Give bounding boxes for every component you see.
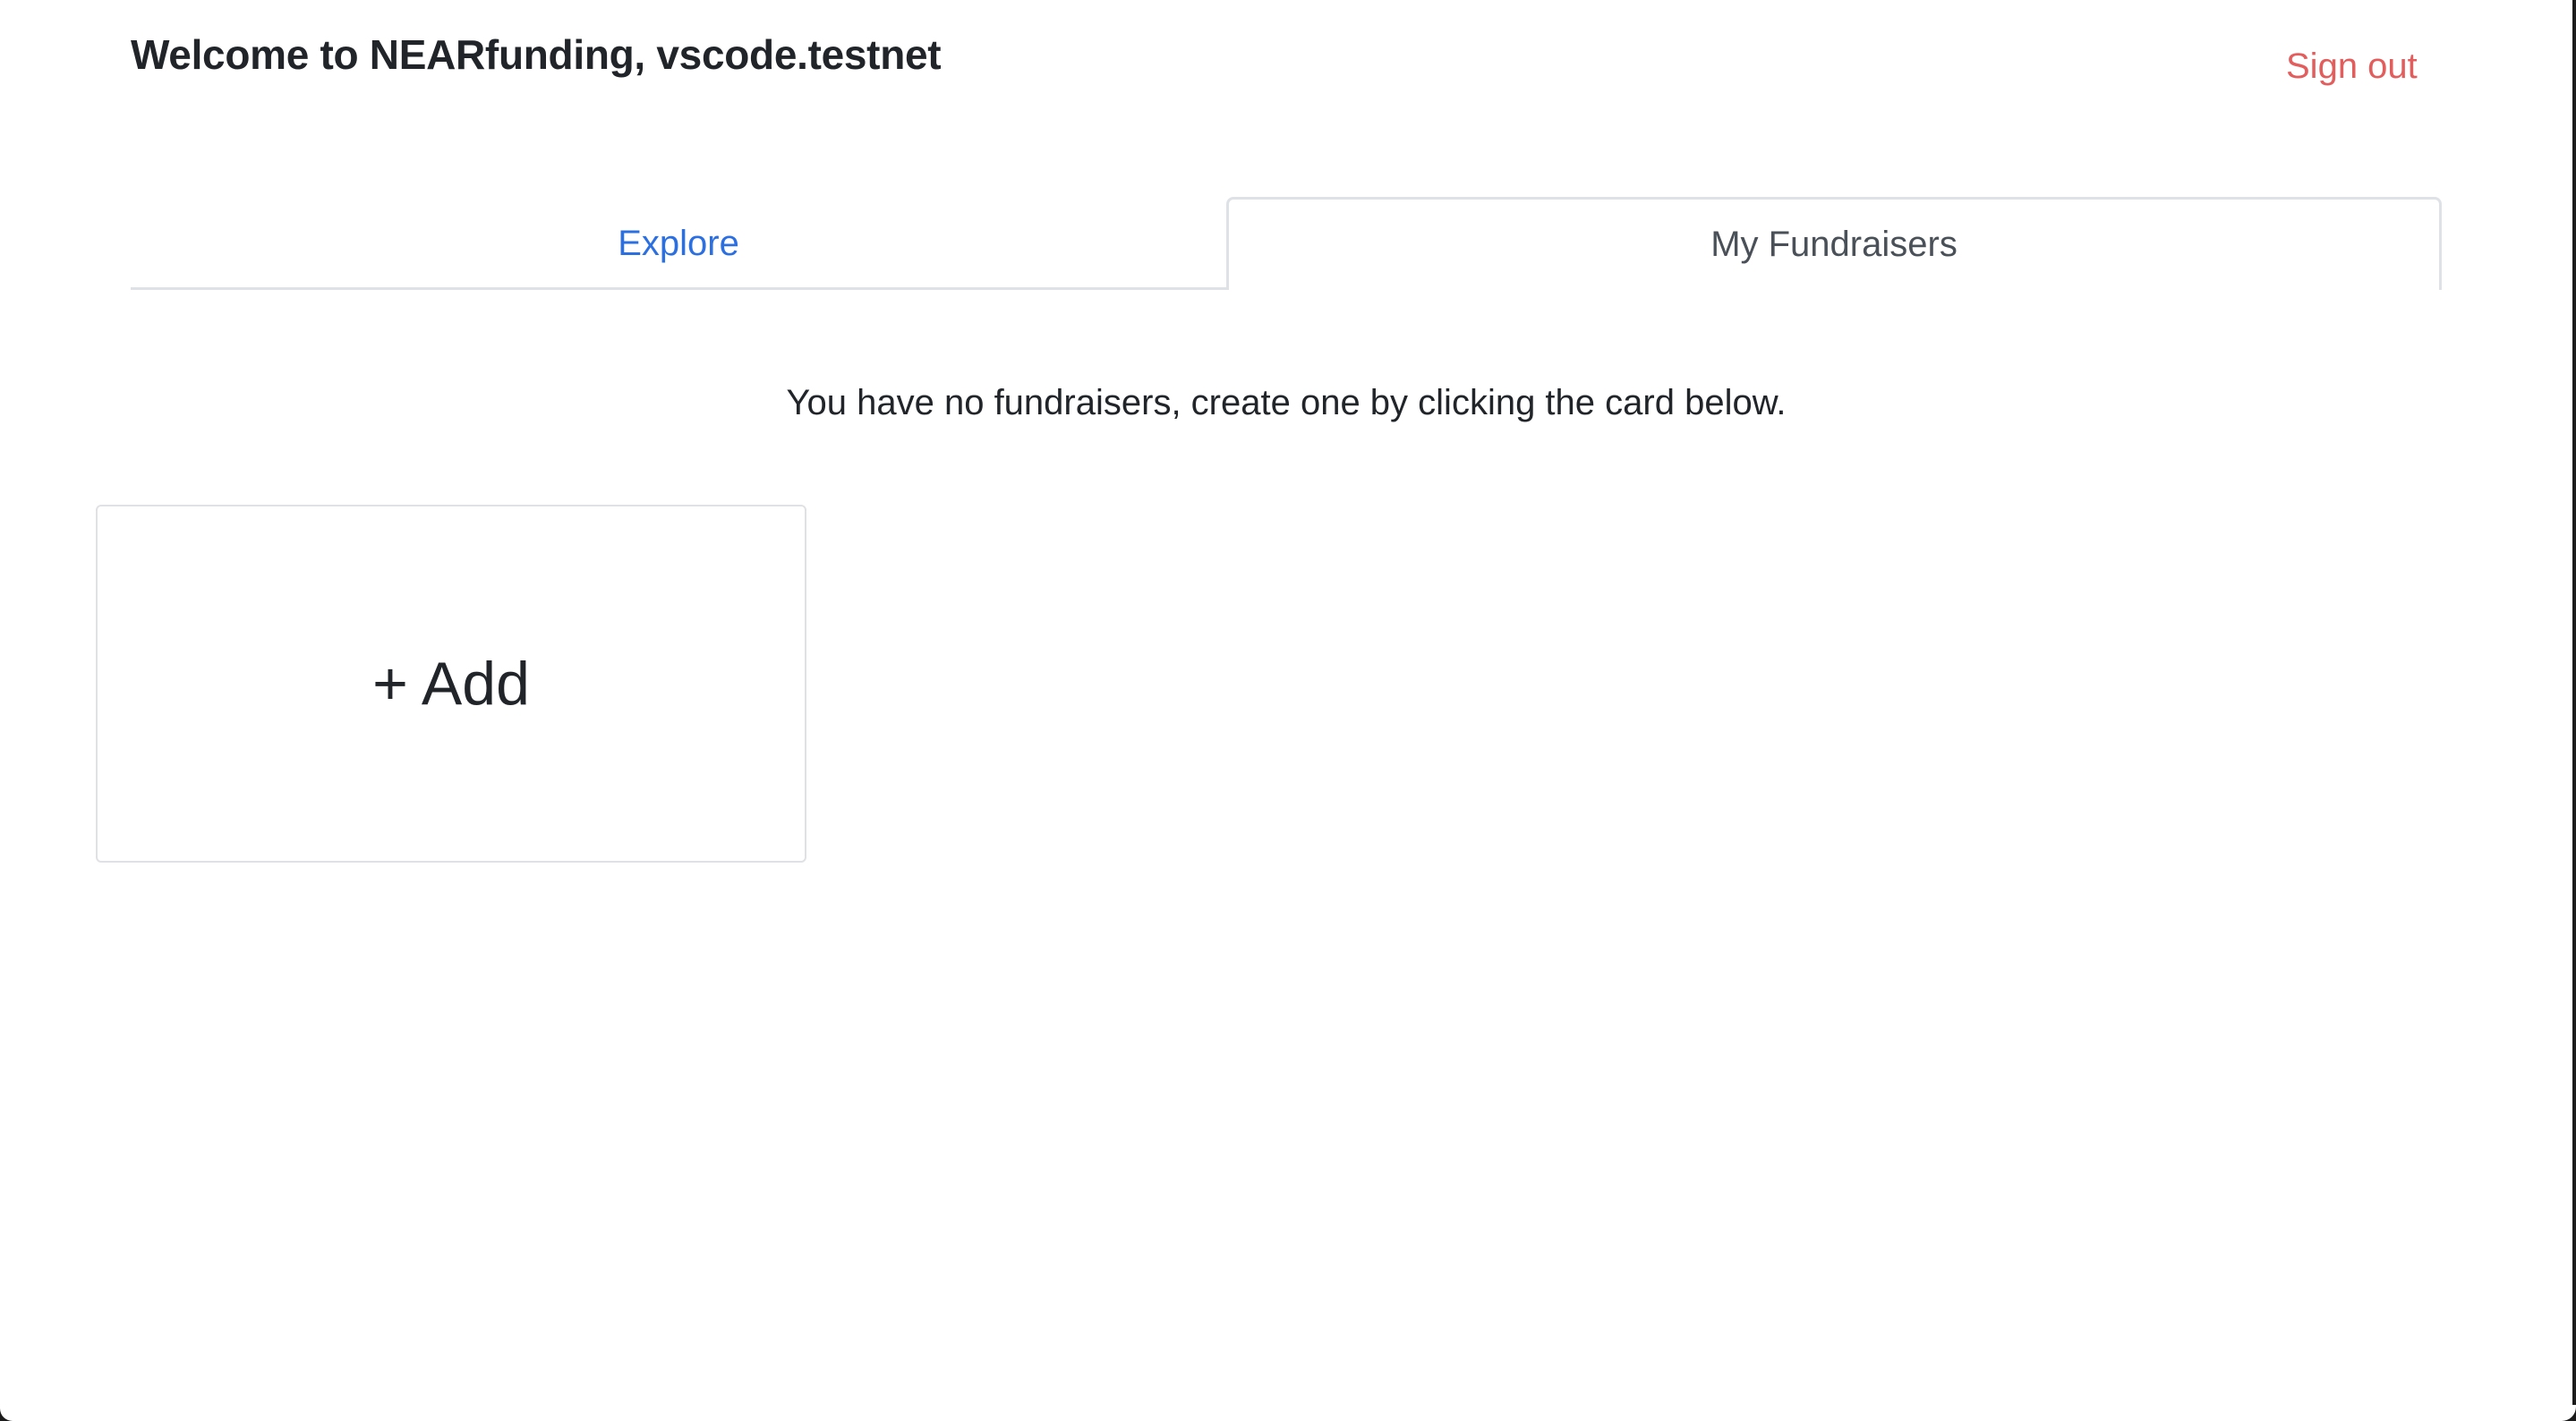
tab-my-fundraisers[interactable]: My Fundraisers xyxy=(1226,197,2442,290)
tab-explore[interactable]: Explore xyxy=(131,197,1226,290)
window-corner-right xyxy=(2560,1405,2576,1421)
add-fundraiser-label: + Add xyxy=(372,650,530,718)
sign-out-link[interactable]: Sign out xyxy=(2286,47,2418,87)
window-corner-left xyxy=(0,1408,13,1421)
empty-state-message: You have no fundraisers, create one by c… xyxy=(786,383,1787,422)
tab-bar: Explore My Fundraisers xyxy=(131,197,2442,290)
page-title: Welcome to NEARfunding, vscode.testnet xyxy=(131,31,942,78)
window-edge xyxy=(2572,0,2576,1421)
add-fundraiser-card[interactable]: + Add xyxy=(96,505,806,863)
